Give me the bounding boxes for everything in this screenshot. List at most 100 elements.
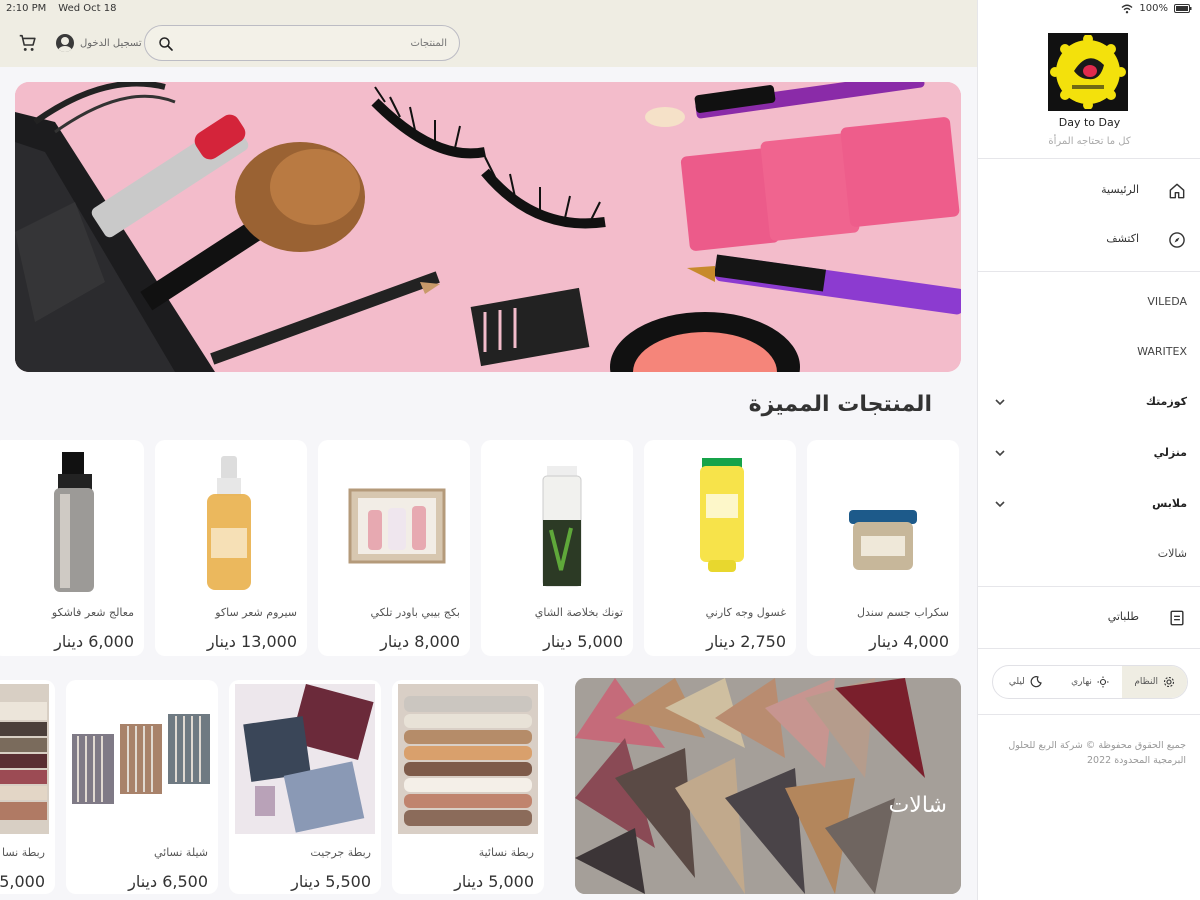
product-image — [654, 450, 786, 598]
nav-orders-label: طلباتي — [1107, 610, 1139, 623]
category-label: شالات — [888, 793, 947, 818]
product-image — [817, 450, 949, 598]
product-name: سيروم شعر ساكو — [215, 606, 297, 619]
account-icon — [56, 34, 74, 52]
orders-icon — [1170, 610, 1184, 626]
product-image — [398, 684, 538, 834]
chevron-down-icon — [995, 450, 1005, 457]
product-image — [72, 684, 212, 834]
product-name: شيلة نسائي — [153, 846, 208, 859]
product-image — [235, 684, 375, 834]
status-date: Wed Oct 18 — [58, 3, 117, 14]
login-button[interactable]: تسجيل الدخول — [56, 34, 142, 52]
category-label: كوزمتك — [1145, 395, 1187, 408]
category-label: ملابس — [1152, 497, 1187, 510]
product-price: 5,000 — [0, 872, 45, 891]
featured-products-title: المنتجات المميزة — [748, 392, 932, 417]
copyright-footer: جميع الحقوق محفوظة © شركة الربع للحلول ا… — [1008, 740, 1186, 766]
search-icon[interactable] — [157, 35, 175, 53]
nav-orders[interactable]: طلباتي — [978, 602, 1200, 634]
product-image — [491, 450, 623, 598]
category-banner-shawls[interactable]: شالات — [575, 678, 961, 894]
search-input[interactable] — [185, 30, 447, 56]
theme-light-label: نهاري — [1071, 677, 1092, 687]
sidebar: 100% Day to Day كل ما تحتاجه المرأة الرئ… — [977, 0, 1200, 900]
product-price: 5,000 دينار — [454, 872, 534, 891]
theme-system-label: النظام — [1134, 677, 1158, 687]
wifi-icon — [1121, 4, 1133, 13]
theme-dark-option[interactable]: ليلي — [993, 666, 1058, 698]
product-name: تونك بخلاصة الشاي — [534, 606, 623, 619]
divider — [978, 586, 1200, 587]
category-label: شالات — [1157, 547, 1187, 560]
compass-icon — [1169, 232, 1185, 248]
product-card[interactable]: سكراب جسم سندل 4,000 دينار — [807, 440, 959, 656]
product-card[interactable]: بكج بيبي باودر تلكي 8,000 دينار — [318, 440, 470, 656]
main-content: 2:10 PM Wed Oct 18 تسجيل الدخول المنتجات… — [0, 0, 977, 900]
product-card[interactable]: شيلة نسائي 6,500 دينار — [66, 680, 218, 894]
nav-home-label: الرئيسية — [1101, 183, 1139, 196]
category-vileda[interactable]: VILEDA — [978, 287, 1200, 319]
shawls-category-image — [575, 678, 961, 894]
moon-icon — [1030, 676, 1042, 688]
login-label: تسجيل الدخول — [80, 37, 142, 49]
divider — [978, 158, 1200, 159]
nav-discover[interactable]: اكتشف — [978, 224, 1200, 256]
category-label: VILEDA — [1147, 295, 1187, 308]
brand-logo[interactable] — [1048, 33, 1128, 111]
product-image — [328, 450, 460, 598]
product-price: 13,000 دينار — [206, 632, 297, 651]
nav-home[interactable]: الرئيسية — [978, 175, 1200, 207]
theme-system-option[interactable]: النظام — [1122, 666, 1187, 698]
product-price: 6,500 دينار — [128, 872, 208, 891]
product-name: معالج شعر فاشكو — [51, 606, 134, 619]
search-bar[interactable] — [144, 25, 460, 61]
nav-discover-label: اكتشف — [1106, 232, 1139, 245]
product-name: ربطة نسائية — [478, 846, 534, 859]
product-name: ربطة نسا — [1, 846, 45, 859]
product-name: سكراب جسم سندل — [856, 606, 949, 619]
theme-switcher: ليلي نهاري النظام — [992, 665, 1188, 699]
divider — [978, 271, 1200, 272]
category-home[interactable]: منزلي — [978, 438, 1200, 470]
top-bar: 2:10 PM Wed Oct 18 تسجيل الدخول — [0, 0, 977, 67]
product-card[interactable]: ربطة نسا 5,000 — [0, 680, 55, 894]
product-price: 2,750 دينار — [706, 632, 786, 651]
product-price: 5,500 دينار — [291, 872, 371, 891]
product-price: 4,000 دينار — [869, 632, 949, 651]
theme-light-option[interactable]: نهاري — [1058, 666, 1123, 698]
makeup-banner-image — [15, 82, 961, 372]
product-card[interactable]: معالج شعر فاشكو 6,000 دينار — [0, 440, 144, 656]
product-card[interactable]: سيروم شعر ساكو 13,000 دينار — [155, 440, 307, 656]
brand-name: Day to Day — [1058, 116, 1121, 129]
cart-icon[interactable] — [17, 32, 39, 54]
status-bar-right: 100% — [1121, 3, 1192, 14]
status-bar-left: 2:10 PM Wed Oct 18 — [6, 3, 116, 14]
hero-banner[interactable] — [15, 82, 961, 372]
product-image — [165, 450, 297, 598]
chevron-down-icon — [995, 399, 1005, 406]
category-cosmetics[interactable]: كوزمتك — [978, 387, 1200, 419]
divider — [978, 648, 1200, 649]
chevron-down-icon — [995, 501, 1005, 508]
sun-icon — [1097, 676, 1109, 688]
category-label: WARITEX — [1137, 345, 1187, 358]
product-card[interactable]: غسول وجه كارني 2,750 دينار — [644, 440, 796, 656]
status-time: 2:10 PM — [6, 3, 47, 14]
category-clothes[interactable]: ملابس — [978, 489, 1200, 521]
brand-tagline: كل ما تحتاجه المرأة — [1048, 136, 1131, 147]
theme-dark-label: ليلي — [1008, 677, 1025, 687]
product-price: 8,000 دينار — [380, 632, 460, 651]
product-price: 6,000 دينار — [54, 632, 134, 651]
battery-percent: 100% — [1139, 3, 1168, 14]
product-card[interactable]: ربطة نسائية 5,000 دينار — [392, 680, 544, 894]
product-image — [0, 684, 49, 834]
category-waritex[interactable]: WARITEX — [978, 337, 1200, 369]
home-icon — [1169, 183, 1185, 199]
product-card[interactable]: ربطة جرجيت 5,500 دينار — [229, 680, 381, 894]
category-label: منزلي — [1153, 446, 1187, 459]
product-name: ربطة جرجيت — [310, 846, 371, 859]
product-card[interactable]: تونك بخلاصة الشاي 5,000 دينار — [481, 440, 633, 656]
category-shawls[interactable]: شالات — [978, 539, 1200, 571]
battery-icon — [1174, 4, 1192, 13]
